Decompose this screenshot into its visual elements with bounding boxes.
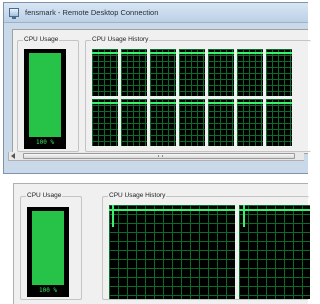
local-cpu-history-group: CPU Usage History xyxy=(102,192,310,300)
local-cpu-usage-label: CPU Usage xyxy=(26,192,63,199)
local-cpu-usage-fill xyxy=(32,211,64,285)
cpu-history-graph xyxy=(121,49,147,96)
remote-desktop-window: fensmark - Remote Desktop Connection CPU… xyxy=(3,2,311,174)
cpu-history-graph xyxy=(109,205,235,299)
remote-cpu-history-group: CPU Usage History xyxy=(85,36,311,152)
local-cpu-usage-group: CPU Usage 100 % xyxy=(20,192,82,300)
cpu-history-graph xyxy=(237,99,263,146)
scroll-left-arrow-icon[interactable] xyxy=(11,153,15,159)
local-cpu-usage-meter: 100 % xyxy=(27,207,69,297)
local-task-manager-performance: CPU Usage 100 % CPU Usage History xyxy=(13,183,310,304)
cpu-history-graph xyxy=(92,99,118,146)
cpu-history-graph xyxy=(266,49,292,96)
cpu-history-graph xyxy=(179,99,205,146)
remote-cpu-usage-fill xyxy=(29,53,61,137)
remote-cpu-usage-group: CPU Usage 100 % xyxy=(17,36,79,152)
remote-cpu-history-label: CPU Usage History xyxy=(91,36,150,43)
cpu-history-graph xyxy=(237,49,263,96)
cpu-history-graph xyxy=(92,49,118,96)
remote-desktop-icon xyxy=(9,8,19,19)
cpu-history-graph xyxy=(266,99,292,146)
scrollbar-thumb[interactable] xyxy=(23,153,295,159)
cpu-spike-line xyxy=(243,205,245,227)
cpu-history-graph xyxy=(179,49,205,96)
cpu-history-graph xyxy=(150,49,176,96)
cpu-history-graph xyxy=(150,99,176,146)
remote-cpu-usage-percent: 100 % xyxy=(35,139,55,146)
window-title: fensmark - Remote Desktop Connection xyxy=(25,8,159,17)
cpu-spike-line xyxy=(112,205,114,227)
remote-cpu-usage-meter: 100 % xyxy=(24,49,66,149)
remote-cpu-history-graphs xyxy=(92,49,292,146)
cpu-history-graph xyxy=(208,49,234,96)
cpu-history-graph xyxy=(239,205,310,299)
title-bar[interactable]: fensmark - Remote Desktop Connection xyxy=(4,3,308,23)
remote-cpu-usage-label: CPU Usage xyxy=(23,36,60,43)
local-cpu-history-label: CPU Usage History xyxy=(108,192,167,199)
horizontal-scrollbar[interactable] xyxy=(8,152,304,161)
local-cpu-usage-percent: 100 % xyxy=(38,287,58,294)
cpu-history-graph xyxy=(121,99,147,146)
cpu-history-graph xyxy=(208,99,234,146)
remote-task-manager-performance: CPU Usage 100 % CPU Usage History xyxy=(12,29,311,154)
